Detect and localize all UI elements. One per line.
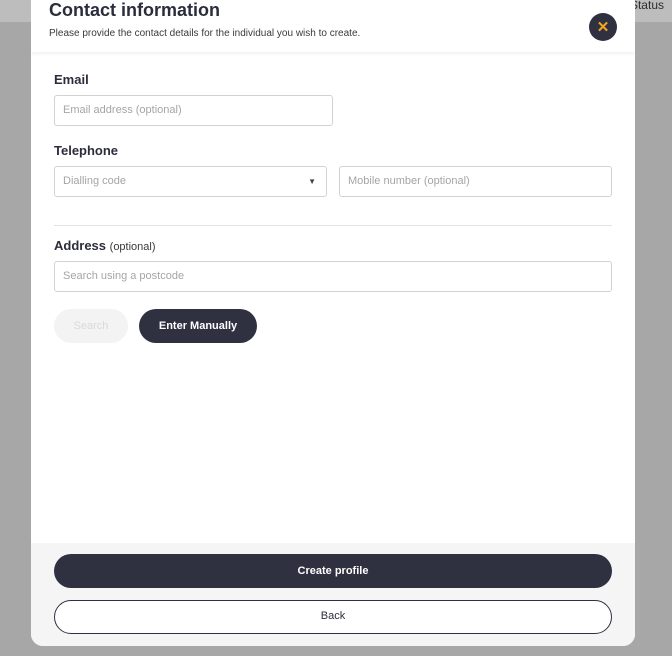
email-label: Email: [54, 72, 89, 87]
back-button[interactable]: Back: [54, 600, 612, 634]
modal-title: Contact information: [49, 0, 220, 20]
address-label-text: Address: [54, 238, 107, 253]
postcode-placeholder: Search using a postcode: [63, 270, 185, 282]
telephone-label: Telephone: [54, 143, 119, 158]
postcode-search-input[interactable]: Search using a postcode: [54, 261, 612, 292]
address-label: Address (optional): [54, 238, 156, 253]
close-button[interactable]: ✕: [589, 13, 617, 41]
create-profile-button[interactable]: Create profile: [54, 554, 612, 588]
mobile-number-placeholder: Mobile number (optional): [348, 175, 470, 187]
email-field[interactable]: Email address (optional): [54, 95, 333, 126]
chevron-down-icon: ▼: [308, 177, 316, 186]
dialling-code-placeholder: Dialling code: [63, 175, 126, 187]
enter-manually-button[interactable]: Enter Manually: [139, 309, 257, 343]
section-divider: [54, 225, 612, 226]
search-button[interactable]: Search: [54, 309, 128, 343]
contact-information-modal: Contact information Please provide the c…: [31, 0, 635, 646]
mobile-number-field[interactable]: Mobile number (optional): [339, 166, 612, 197]
modal-header: Contact information Please provide the c…: [31, 0, 635, 52]
dialling-code-select[interactable]: Dialling code ▼: [54, 166, 327, 197]
modal-subtitle: Please provide the contact details for t…: [49, 28, 361, 39]
background-status-header: Status: [629, 0, 664, 12]
address-optional-label: (optional): [109, 241, 156, 253]
email-placeholder: Email address (optional): [63, 104, 182, 116]
close-icon: ✕: [596, 19, 610, 36]
